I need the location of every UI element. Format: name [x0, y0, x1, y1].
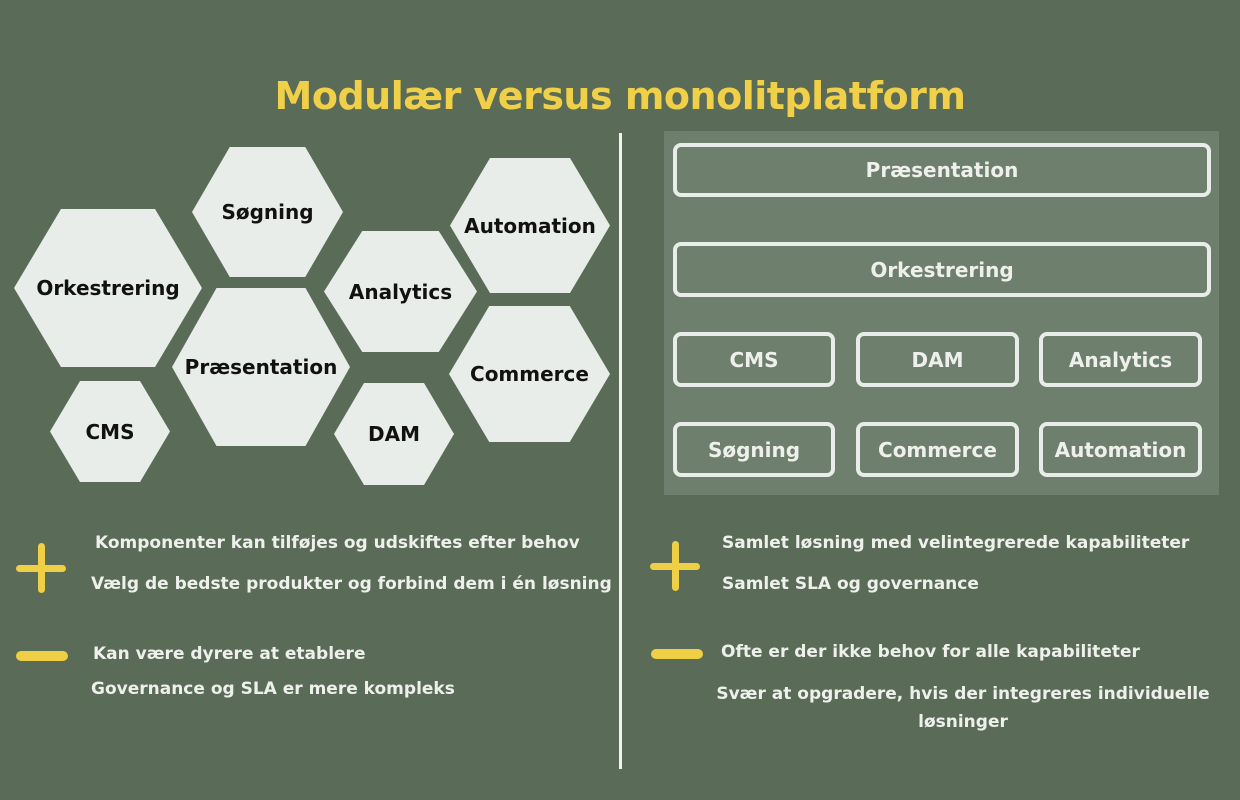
module-label: Analytics: [1068, 347, 1173, 372]
module-commerce: Commerce: [856, 422, 1019, 477]
modular-pro-1: Komponenter kan tilføjes og udskiftes ef…: [95, 533, 580, 553]
monolith-pro-1: Samlet løsning med velintegrerede kapabi…: [722, 533, 1190, 553]
hex-commerce: Commerce: [449, 306, 610, 442]
monolith-con-1: Ofte er der ikke behov for alle kapabili…: [721, 642, 1140, 662]
hex-label: Orkestrering: [36, 276, 180, 300]
module-label: Automation: [1054, 437, 1187, 462]
hex-label: Commerce: [470, 362, 589, 386]
hex-label: Analytics: [348, 279, 453, 304]
hex-automation: Automation: [450, 158, 610, 293]
hex-label: Automation: [464, 213, 596, 238]
hex-analytics: Analytics: [324, 231, 477, 352]
modular-con-1: Kan være dyrere at etablere: [93, 644, 366, 664]
module-label: DAM: [911, 347, 964, 372]
divider: [619, 133, 622, 769]
hex-label: Præsentation: [184, 355, 338, 379]
page-title: Modulær versus monolitplatform: [274, 74, 966, 118]
module-label: Commerce: [878, 437, 997, 462]
module-analytics: Analytics: [1039, 332, 1202, 387]
hex-sogning: Søgning: [192, 147, 343, 277]
monolith-con-2: Svær at opgradere, hvis der integreres i…: [716, 684, 1210, 732]
hex-label: Søgning: [221, 200, 314, 224]
minus-icon: [651, 649, 703, 659]
modular-pro-2: Vælg de bedste produkter og forbind dem …: [91, 574, 612, 594]
layer-orkestrering: Orkestrering: [673, 242, 1211, 297]
hex-cms: CMS: [50, 381, 170, 482]
plus-icon: [16, 543, 66, 593]
module-label: Søgning: [707, 437, 801, 462]
module-automation: Automation: [1039, 422, 1202, 477]
modular-con-2: Governance og SLA er mere kompleks: [91, 679, 455, 699]
plus-icon: [650, 541, 700, 591]
hex-orkestrering: Orkestrering: [14, 209, 202, 367]
module-label: CMS: [729, 347, 779, 372]
module-dam: DAM: [856, 332, 1019, 387]
hex-label: DAM: [368, 422, 420, 446]
monolith-pro-2: Samlet SLA og governance: [722, 574, 979, 594]
hex-label: CMS: [85, 419, 135, 444]
minus-icon: [16, 651, 68, 661]
layer-praesentation: Præsentation: [673, 143, 1211, 197]
module-sogning: Søgning: [673, 422, 835, 477]
layer-label: Præsentation: [865, 158, 1019, 182]
hex-dam: DAM: [334, 383, 454, 485]
hex-praesentation: Præsentation: [172, 288, 350, 446]
module-cms: CMS: [673, 332, 835, 387]
layer-label: Orkestrering: [870, 257, 1014, 282]
